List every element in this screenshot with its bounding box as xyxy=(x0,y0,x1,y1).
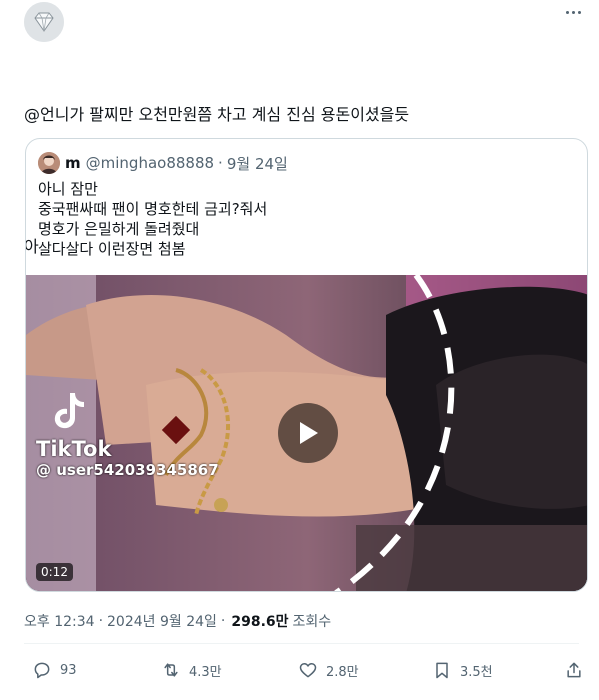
separator-dot: · xyxy=(218,154,223,172)
separator-dot: · xyxy=(220,613,226,629)
separator-dot: · xyxy=(98,613,104,629)
quoted-tweet-header: m @minghao88888 · 9월 24일 xyxy=(38,152,288,174)
retweet-count: 4.3만 xyxy=(189,664,222,680)
divider xyxy=(24,643,579,644)
like-button[interactable]: 2.8만 xyxy=(298,656,359,684)
like-icon xyxy=(299,663,317,678)
tiktok-icon xyxy=(54,393,84,429)
tweet-time[interactable]: 오후 12:34 xyxy=(24,611,95,631)
retweet-button[interactable]: 4.3만 xyxy=(161,656,222,684)
author-avatar[interactable] xyxy=(24,2,64,42)
tweet-meta: 오후 12:34 · 2024년 9월 24일 · 298.6만 조회수 xyxy=(24,611,331,631)
quoted-tweet[interactable]: m @minghao88888 · 9월 24일 아니 잠만 중국팬싸때 팬이 … xyxy=(25,138,588,592)
quoted-line: 중국팬싸때 팬이 명호한테 금괴?줘서 xyxy=(38,200,268,218)
tiktok-user-watermark: @ user542039345867 xyxy=(36,461,219,479)
quoted-line: 명호가 은밀하게 돌려줬대 xyxy=(38,220,200,238)
bookmark-count: 3.5천 xyxy=(460,664,493,680)
bookmark-button[interactable]: 3.5천 xyxy=(432,656,493,684)
action-bar: 93 4.3만 2.8만 3.5천 xyxy=(24,656,585,684)
video-duration: 0:12 xyxy=(36,563,73,581)
quoted-avatar[interactable] xyxy=(38,152,60,174)
reply-button[interactable]: 93 xyxy=(32,656,77,684)
quoted-line: 살다살다 이런장면 첨봄 xyxy=(38,240,186,258)
diamond-avatar-icon xyxy=(24,2,64,42)
view-count-label: 조회수 xyxy=(292,614,332,630)
quoted-tweet-text: 아니 잠만 중국팬싸때 팬이 명호한테 금괴?줘서 명호가 은밀하게 돌려줬대 … xyxy=(38,179,267,259)
video-player[interactable]: TikTok @ user542039345867 0:12 xyxy=(26,275,587,591)
quoted-avatar-image xyxy=(38,152,60,174)
reply-count: 93 xyxy=(60,662,77,678)
more-icon[interactable] xyxy=(561,4,585,20)
tiktok-brand-text: TikTok xyxy=(36,437,112,461)
quoted-author-name[interactable]: m xyxy=(65,154,81,172)
tweet-line: @언니가 팔찌만 오천만원쯤 차고 계심 진심 용돈이셨을듯 xyxy=(24,105,410,124)
quoted-line: 아니 잠만 xyxy=(38,180,98,198)
play-button[interactable] xyxy=(278,403,338,463)
bookmark-icon xyxy=(436,662,448,679)
like-count: 2.8만 xyxy=(326,664,359,680)
quoted-author-handle[interactable]: @minghao88888 xyxy=(86,154,214,172)
play-icon xyxy=(300,422,318,444)
quoted-date[interactable]: 9월 24일 xyxy=(227,153,288,174)
reply-icon xyxy=(34,662,50,679)
tweet-date[interactable]: 2024년 9월 24일 xyxy=(107,611,217,631)
share-icon xyxy=(567,662,581,678)
retweet-icon xyxy=(164,663,178,677)
view-count: 298.6만 xyxy=(231,614,289,630)
share-button[interactable] xyxy=(564,656,592,684)
